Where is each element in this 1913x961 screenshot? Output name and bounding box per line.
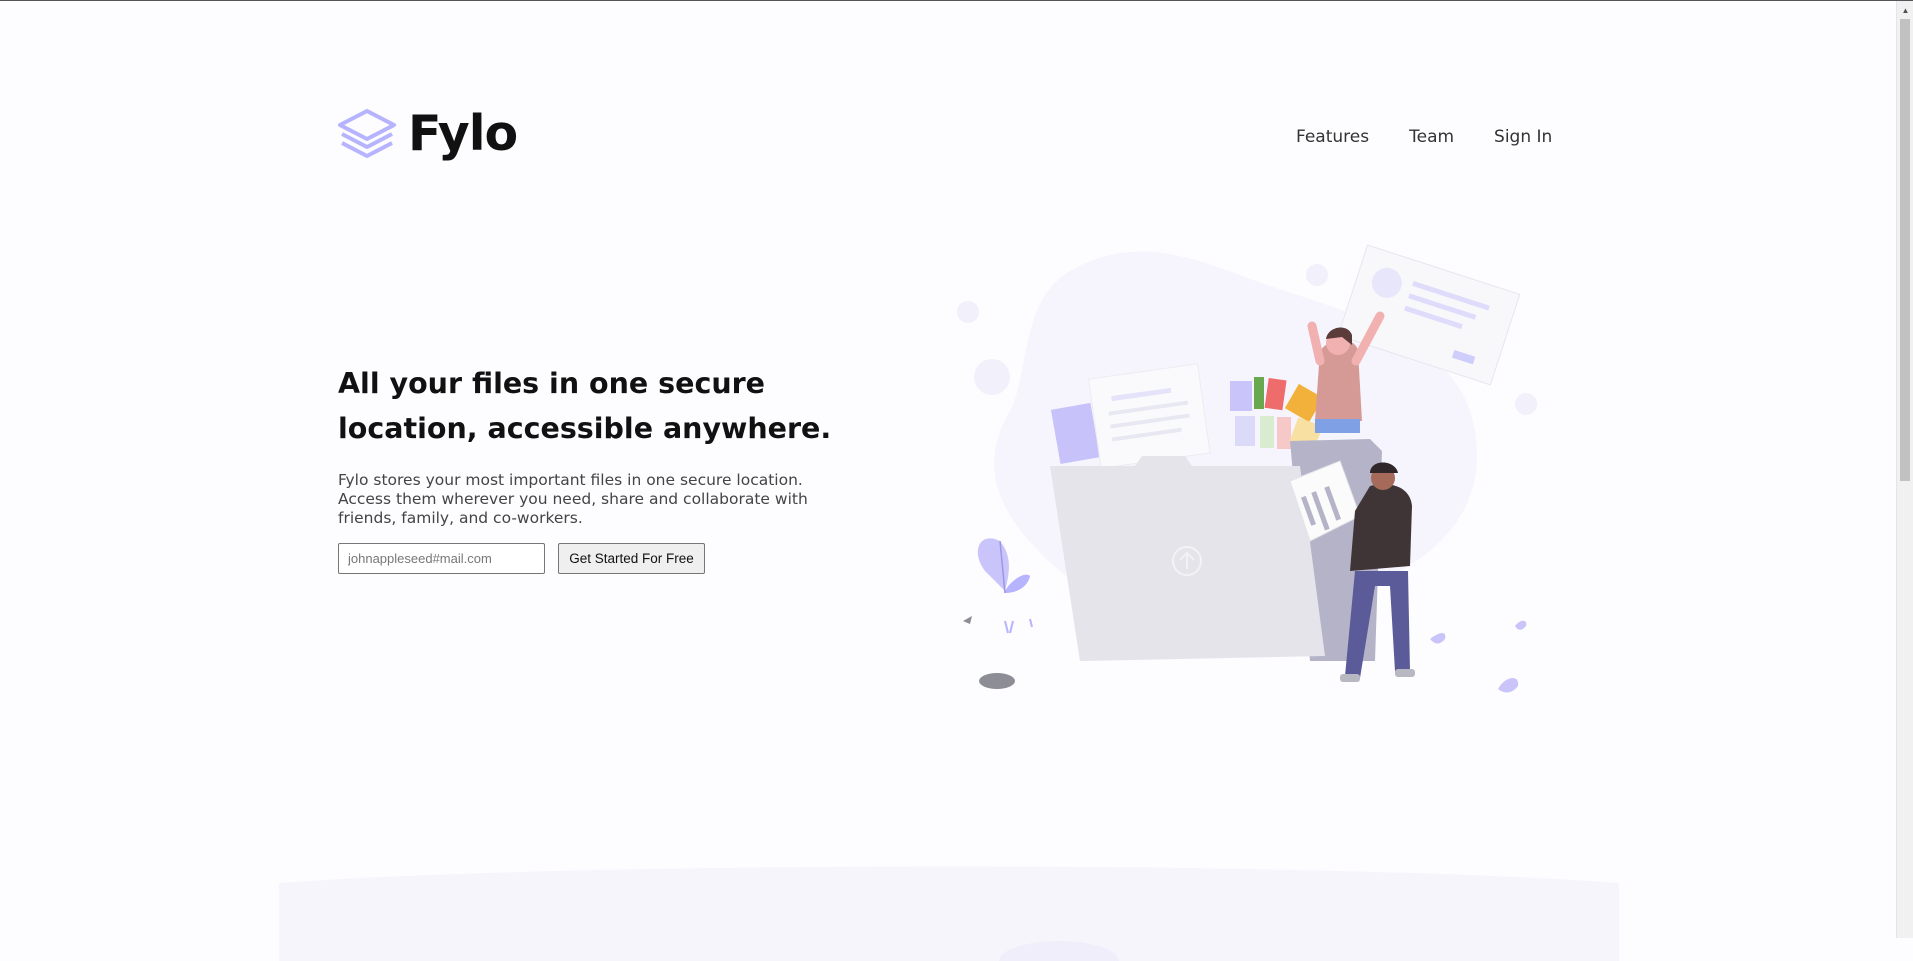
logo[interactable]: Fylo xyxy=(338,105,518,162)
signup-form: Get Started For Free xyxy=(338,543,705,574)
nav-sign-in-link[interactable]: Sign In xyxy=(1494,127,1552,147)
scroll-thumb[interactable] xyxy=(1900,19,1910,481)
vertical-scrollbar[interactable]: ▲ xyxy=(1896,1,1913,938)
main-nav: Features Team Sign In xyxy=(1296,127,1552,147)
nav-features-link[interactable]: Features xyxy=(1296,127,1369,147)
layers-logo-icon xyxy=(338,108,396,158)
email-input[interactable] xyxy=(338,543,545,574)
nav-team-link[interactable]: Team xyxy=(1409,127,1454,147)
scroll-up-arrow-icon[interactable]: ▲ xyxy=(1897,3,1913,17)
logo-text: Fylo xyxy=(408,105,518,162)
page: Fylo Features Team Sign In All your file… xyxy=(0,1,1896,961)
hero-illustration xyxy=(957,244,1537,693)
get-started-button[interactable]: Get Started For Free xyxy=(558,543,705,574)
bottom-curve-section xyxy=(279,866,1619,961)
hero-description: Fylo stores your most important files in… xyxy=(338,471,808,527)
hero-headline: All your files in one secure location, a… xyxy=(338,367,832,445)
